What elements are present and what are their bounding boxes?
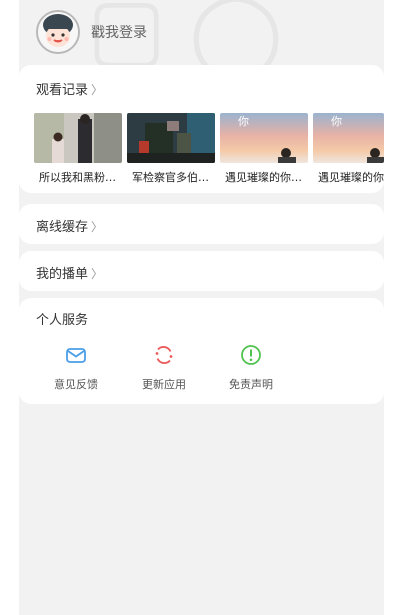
- history-item-caption: 军检察官多伯…: [132, 171, 209, 184]
- login-prompt[interactable]: 戳我登录: [91, 22, 147, 42]
- chevron-right-icon: 〉: [91, 220, 104, 234]
- update-app-button[interactable]: 更新应用: [134, 344, 194, 392]
- thumbnail-couple-street[interactable]: [34, 113, 122, 163]
- cartoon-avatar-icon[interactable]: [36, 10, 80, 54]
- feedback-button[interactable]: 意见反馈: [46, 344, 106, 392]
- personal-services-title: 个人服务: [36, 313, 89, 328]
- refresh-icon: [155, 346, 173, 364]
- exclamation-circle-icon: [241, 345, 261, 365]
- svg-text:你: 你: [238, 115, 249, 128]
- chevron-right-icon: 〉: [91, 83, 104, 97]
- chevron-right-icon: 〉: [91, 267, 104, 281]
- history-item-caption: 遇见璀璨的你: [318, 171, 384, 184]
- history-item-caption: 所以我和黑粉…: [39, 171, 116, 184]
- my-playlist-header[interactable]: 我的播单〉: [36, 263, 103, 282]
- history-item-caption: 遇见璀璨的你…: [225, 171, 302, 184]
- disclaimer-label: 免责声明: [229, 378, 273, 391]
- watch-history-header[interactable]: 观看记录〉: [36, 79, 103, 98]
- watermark-decoration: ◯: [189, 0, 284, 65]
- disclaimer-button[interactable]: 免责声明: [221, 344, 281, 392]
- envelope-icon: [66, 348, 86, 363]
- thumbnail-soldier-interior[interactable]: [127, 113, 215, 163]
- watch-history-title: 观看记录: [36, 83, 89, 98]
- feedback-label: 意见反馈: [54, 378, 98, 391]
- offline-cache-title: 离线缓存: [36, 220, 89, 235]
- profile-header: ▢ ◯ 戳我登录: [19, 0, 384, 65]
- my-playlist-title: 我的播单: [36, 267, 89, 282]
- mine-page: ▢ ◯ 戳我登录 观看记录〉 你 你 所以我和黑粉… 军检察官多伯… 遇见璀璨的…: [19, 0, 384, 615]
- offline-cache-header[interactable]: 离线缓存〉: [36, 216, 103, 235]
- update-app-label: 更新应用: [142, 378, 186, 391]
- svg-text:你: 你: [331, 115, 342, 128]
- thumbnail-sunset-sky[interactable]: 你: [220, 113, 308, 163]
- thumbnail-sunset-sky[interactable]: 你: [313, 113, 384, 163]
